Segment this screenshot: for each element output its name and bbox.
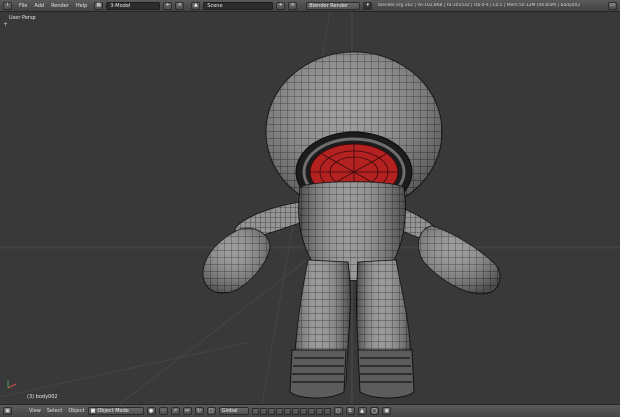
scene-name-field[interactable]: Scene bbox=[203, 1, 274, 10]
add-scene-button[interactable]: + bbox=[276, 1, 286, 10]
menu-render[interactable]: Render bbox=[51, 3, 69, 9]
rotate-icon[interactable]: ↻ bbox=[194, 407, 204, 415]
left-arm bbox=[202, 201, 311, 294]
menu-object[interactable]: Object bbox=[68, 408, 84, 414]
pivot-point-icon[interactable]: ⋅ bbox=[158, 407, 168, 415]
scale-icon[interactable]: □ bbox=[206, 407, 216, 415]
right-leg bbox=[356, 259, 415, 399]
top-menu: File Add Render Help bbox=[19, 3, 87, 9]
editor-type-3d-icon[interactable]: ▣ bbox=[3, 407, 12, 415]
scene-stats: blender.org 262 | Ve:102,868 | Fa:101532… bbox=[378, 3, 581, 8]
add-layout-button[interactable]: + bbox=[163, 1, 173, 10]
layer-5[interactable] bbox=[283, 407, 291, 415]
render-engine-dropdown-icon[interactable]: ▾ bbox=[363, 1, 373, 10]
menu-view[interactable]: View bbox=[29, 408, 41, 414]
menu-select[interactable]: Select bbox=[47, 408, 62, 414]
layer-buttons[interactable] bbox=[251, 407, 331, 415]
view-axis-gizmo bbox=[7, 380, 17, 389]
layer-8[interactable] bbox=[307, 407, 315, 415]
left-leg bbox=[289, 259, 351, 399]
toolshelf-toggle-icon[interactable]: + bbox=[3, 22, 8, 28]
3d-viewport[interactable]: + User Persp (3) body002 bbox=[0, 12, 620, 404]
menu-file[interactable]: File bbox=[19, 3, 27, 9]
layer-3[interactable] bbox=[267, 407, 275, 415]
menu-help[interactable]: Help bbox=[76, 3, 87, 9]
viewport-canvas bbox=[0, 12, 620, 404]
layer-1[interactable] bbox=[251, 407, 259, 415]
orientation-label: Global bbox=[221, 408, 238, 414]
editor-type-info-icon[interactable]: i bbox=[3, 1, 12, 10]
character-mesh bbox=[202, 51, 501, 399]
object-mode-icon: ■ bbox=[90, 408, 96, 414]
mode-label: Object Mode bbox=[97, 408, 129, 414]
delete-layout-button[interactable]: × bbox=[175, 1, 185, 10]
translate-icon[interactable]: ↔ bbox=[182, 407, 192, 415]
menu-add[interactable]: Add bbox=[34, 3, 44, 9]
render-engine-label: Blender Render bbox=[309, 2, 349, 9]
viewport-shading-icon[interactable]: ● bbox=[146, 407, 156, 415]
transform-orientation-select[interactable]: Global bbox=[218, 407, 249, 415]
view-menu-bar: View Select Object bbox=[29, 408, 85, 414]
3d-view-header: ▣ View Select Object ■ Object Mode ● ⋅ ↗… bbox=[0, 404, 620, 417]
lock-layers-icon[interactable]: ○ bbox=[333, 407, 343, 415]
layer-10[interactable] bbox=[323, 407, 331, 415]
active-object-label: (3) body002 bbox=[27, 394, 58, 400]
layer-7[interactable] bbox=[299, 407, 307, 415]
manipulator-toggle-icon[interactable]: ↗ bbox=[170, 407, 180, 415]
snap-element-icon[interactable]: ▲ bbox=[357, 407, 367, 415]
view-label: User Persp bbox=[9, 15, 36, 21]
opengl-render-icon[interactable]: ▣ bbox=[382, 407, 392, 415]
snap-icon[interactable]: ⇅ bbox=[345, 407, 355, 415]
scene-icon[interactable]: ▲ bbox=[191, 1, 201, 10]
mode-select[interactable]: ■ Object Mode bbox=[87, 407, 144, 415]
info-header: i File Add Render Help ▦ 3-Model + × ▲ S… bbox=[0, 0, 620, 12]
layer-9[interactable] bbox=[315, 407, 323, 415]
render-preview-icon[interactable]: ◯ bbox=[369, 407, 380, 415]
layer-6[interactable] bbox=[291, 407, 299, 415]
delete-scene-button[interactable]: × bbox=[288, 1, 298, 10]
layer-2[interactable] bbox=[259, 407, 267, 415]
screen-layout-icon[interactable]: ▦ bbox=[94, 1, 104, 10]
render-engine-select[interactable]: Blender Render bbox=[306, 1, 361, 10]
layer-4[interactable] bbox=[275, 407, 283, 415]
fullscreen-icon[interactable]: ▭ bbox=[608, 1, 617, 10]
layout-name-field[interactable]: 3-Model bbox=[106, 1, 161, 10]
